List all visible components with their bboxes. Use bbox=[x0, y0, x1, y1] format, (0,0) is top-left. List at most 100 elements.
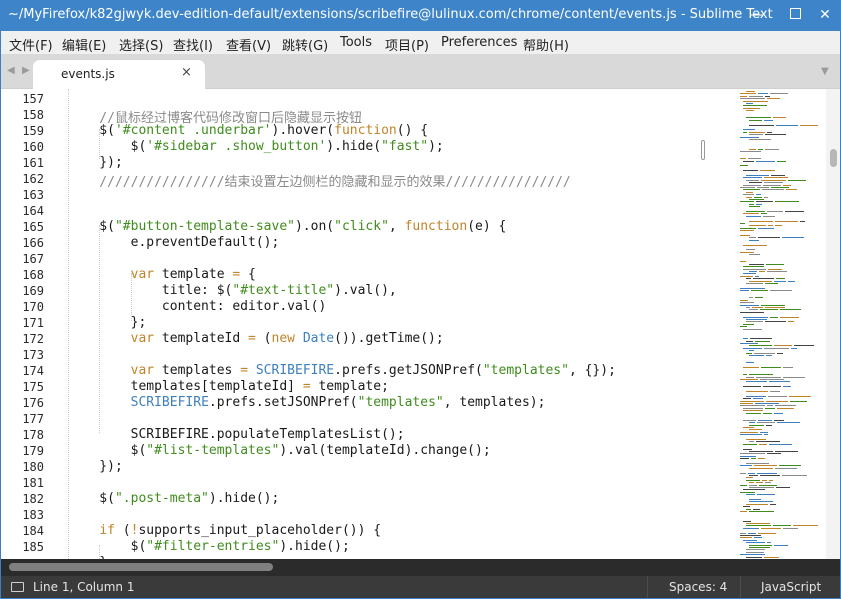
minimap-line bbox=[758, 93, 768, 95]
code-line[interactable]: }); bbox=[68, 155, 123, 170]
maximize-button[interactable] bbox=[778, 0, 812, 31]
tab-close-icon[interactable]: × bbox=[181, 65, 192, 80]
line-number: 166 bbox=[22, 236, 44, 250]
panel-toggle-icon[interactable] bbox=[11, 582, 24, 592]
line-number: 160 bbox=[22, 140, 44, 154]
code-line[interactable]: $('#sidebar .show_button').hide("fast"); bbox=[68, 139, 444, 154]
line-number: 165 bbox=[22, 220, 44, 234]
menu-help[interactable]: 帮助(H) bbox=[523, 35, 569, 54]
minimap-line bbox=[754, 352, 775, 354]
vertical-scrollbar[interactable] bbox=[826, 89, 840, 559]
code-line[interactable]: ////////////////结束设置左边侧栏的隐藏和显示的效果///////… bbox=[68, 171, 570, 190]
code-line[interactable]: }; bbox=[68, 315, 147, 330]
code-line[interactable]: var templateId = (new Date()).getTime(); bbox=[68, 331, 444, 346]
cursor-position[interactable]: Line 1, Column 1 bbox=[33, 580, 135, 594]
menu-goto[interactable]: 跳转(G) bbox=[282, 35, 328, 54]
minimap-line bbox=[791, 347, 797, 349]
minimap-line bbox=[740, 230, 754, 232]
menu-tools[interactable]: Tools bbox=[340, 35, 372, 50]
code-line[interactable]: }); bbox=[68, 459, 123, 474]
menu-project[interactable]: 项目(P) bbox=[385, 35, 429, 54]
menu-file[interactable]: 文件(F) bbox=[9, 35, 53, 54]
code-line[interactable]: content: editor.val() bbox=[68, 299, 326, 314]
horizontal-scroll-thumb[interactable] bbox=[9, 563, 273, 571]
minimap-line bbox=[740, 290, 749, 292]
code-line[interactable]: $(".post-meta").hide(); bbox=[68, 491, 279, 506]
code-line[interactable]: $("#button-template-save").on("click", f… bbox=[68, 219, 506, 234]
close-button[interactable]: ✕ bbox=[808, 0, 841, 31]
code-line[interactable]: $("#filter-entries").hide(); bbox=[68, 539, 350, 554]
tab-events-js[interactable]: events.js × bbox=[33, 60, 205, 90]
minimap-line bbox=[749, 487, 774, 488]
menu-edit[interactable]: 编辑(E) bbox=[62, 35, 106, 54]
minimap-line bbox=[800, 220, 805, 222]
tab-dropdown-icon[interactable]: ▼ bbox=[821, 66, 829, 77]
minimap[interactable] bbox=[738, 89, 826, 559]
minimap-line bbox=[749, 124, 774, 126]
menu-selection[interactable]: 选择(S) bbox=[119, 35, 163, 54]
minimap-line bbox=[749, 482, 754, 484]
vertical-scroll-thumb[interactable] bbox=[830, 149, 837, 167]
editor[interactable]: 157 158 159 160 161 162 163 164 165 166 167 168 169 1… bbox=[1, 89, 840, 559]
code-token: }; bbox=[68, 315, 147, 330]
minimap-line bbox=[767, 131, 772, 133]
minimap-line bbox=[783, 367, 793, 368]
code-token: ).val(templateId).change(); bbox=[279, 443, 491, 458]
line-number: 180 bbox=[22, 460, 44, 474]
code-line[interactable]: var template = { bbox=[68, 267, 256, 282]
code-token: template; bbox=[310, 379, 389, 394]
minimap-line bbox=[749, 422, 755, 424]
minimap-line bbox=[767, 211, 783, 212]
minimap-line bbox=[749, 309, 758, 311]
code-line[interactable]: title: $("#text-title").val(), bbox=[68, 283, 397, 298]
minimap-line bbox=[743, 160, 754, 162]
code-line[interactable]: var templates = SCRIBEFIRE.prefs.getJSON… bbox=[68, 363, 616, 378]
syntax-setting[interactable]: JavaScript bbox=[761, 580, 821, 594]
indent-guide bbox=[99, 129, 101, 159]
minimap-line bbox=[756, 441, 780, 443]
code-area[interactable]: //鼠标经过博客代码修改窗口后隐藏显示按钮 $('#content .under… bbox=[53, 89, 738, 559]
code-line[interactable]: SCRIBEFIRE.populateTemplatesList(); bbox=[68, 427, 405, 442]
minimap-line bbox=[740, 405, 765, 407]
code-token: var bbox=[130, 363, 155, 378]
minimap-line bbox=[740, 136, 759, 138]
status-bar: Line 1, Column 1 Spaces: 4 JavaScript bbox=[1, 576, 840, 598]
code-line[interactable]: if (!supports_input_placeholder()) { bbox=[68, 523, 381, 538]
code-line[interactable]: templates[templateId] = template; bbox=[68, 379, 389, 394]
minimap-line bbox=[743, 177, 762, 179]
code-line[interactable]: $("#list-templates").val(templateId).cha… bbox=[68, 443, 491, 458]
menu-preferences[interactable]: Preferences bbox=[441, 35, 517, 50]
tab-next-icon[interactable]: ▶ bbox=[22, 65, 30, 76]
minimap-line bbox=[763, 215, 775, 217]
tab-prev-icon[interactable]: ◀ bbox=[7, 65, 15, 76]
minimap-line bbox=[758, 532, 776, 534]
minimap-line bbox=[749, 374, 773, 376]
minimap-line bbox=[743, 527, 759, 529]
minimap-line bbox=[777, 422, 800, 424]
menu-view[interactable]: 查看(V) bbox=[226, 35, 271, 54]
minimap-line bbox=[740, 458, 749, 460]
minimap-line bbox=[746, 319, 767, 320]
minimize-button[interactable]: — bbox=[740, 0, 774, 31]
minimap-line bbox=[746, 211, 765, 212]
code-line[interactable]: SCRIBEFIRE.prefs.setJSONPref("templates"… bbox=[68, 395, 546, 410]
minimap-line bbox=[768, 225, 773, 227]
minimap-line bbox=[743, 419, 756, 421]
minimap-line bbox=[740, 235, 750, 236]
minimap-line bbox=[749, 501, 773, 503]
code-line[interactable]: $('#content .underbar').hover(function()… bbox=[68, 123, 428, 138]
minimap-line bbox=[757, 422, 775, 424]
menu-find[interactable]: 查找(I) bbox=[173, 35, 213, 54]
minimap-line bbox=[743, 427, 754, 428]
minimap-line bbox=[775, 201, 799, 203]
minimap-line bbox=[749, 280, 772, 282]
minimap-line bbox=[765, 482, 771, 484]
minimap-line bbox=[749, 182, 762, 184]
code-token: Date bbox=[302, 331, 335, 346]
indentation-setting[interactable]: Spaces: 4 bbox=[669, 580, 727, 594]
horizontal-scrollbar[interactable] bbox=[1, 559, 840, 576]
minimap-line bbox=[764, 434, 768, 436]
minimap-line bbox=[746, 508, 751, 510]
minimap-line bbox=[777, 160, 786, 162]
